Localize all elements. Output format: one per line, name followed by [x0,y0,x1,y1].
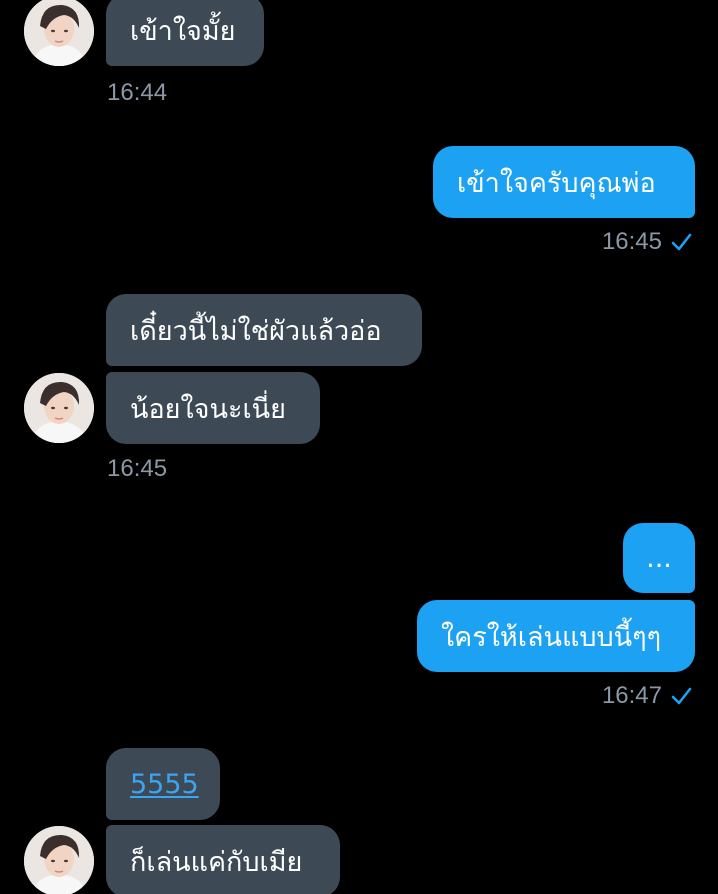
avatar-portrait-icon [24,0,94,66]
message-text: ใครให้เล่นแบบนี้ๆๆ [441,621,662,653]
sender-avatar[interactable] [24,373,94,443]
incoming-message-bubble[interactable]: ก็เล่นแค่กับเมีย [106,825,340,894]
outgoing-message-bubble[interactable]: ... [623,523,695,593]
message-text: เดี๋ยวนี้ไม่ใช่ผัวแล้วอ่อ [130,315,382,347]
message-text: ก็เล่นแค่กับเมีย [130,846,303,878]
message-link[interactable]: 5555 [130,769,199,800]
message-text: น้อยใจนะเนี่ย [130,393,286,425]
message-text: เข้าใจมั้ย [130,15,236,47]
message-status: 16:47 [602,682,692,710]
incoming-message-bubble[interactable]: เข้าใจมั้ย [106,0,264,66]
avatar-portrait-icon [24,826,94,894]
checkmark-icon [671,687,692,705]
message-timestamp: 16:44 [107,79,168,106]
incoming-message-bubble[interactable]: น้อยใจนะเนี่ย [106,372,320,444]
outgoing-message-bubble[interactable]: เข้าใจครับคุณพ่อ [433,146,695,218]
message-text: เข้าใจครับคุณพ่อ [457,167,656,199]
message-timestamp: 16:45 [107,455,168,482]
message-status: 16:45 [602,228,692,256]
checkmark-icon [671,233,692,251]
avatar-portrait-icon [24,373,94,443]
incoming-message-bubble[interactable]: เดี๋ยวนี้ไม่ใช่ผัวแล้วอ่อ [106,294,422,366]
message-text: ... [646,542,672,574]
sender-avatar[interactable] [24,826,94,894]
message-timestamp: 16:47 [601,682,662,709]
outgoing-message-bubble[interactable]: ใครให้เล่นแบบนี้ๆๆ [417,600,695,672]
sender-avatar[interactable] [24,0,94,66]
incoming-message-bubble[interactable]: 5555 [106,748,220,820]
message-timestamp: 16:45 [601,228,662,255]
